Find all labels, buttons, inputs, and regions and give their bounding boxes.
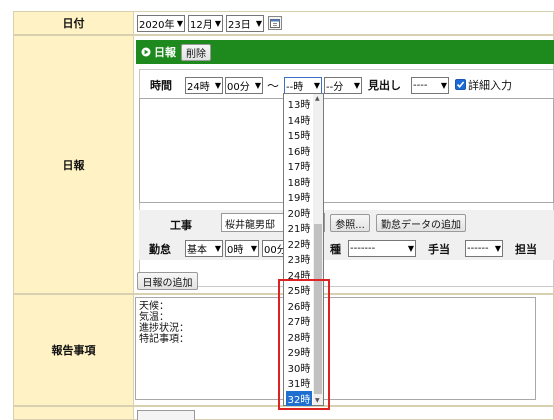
- category-label: 種: [330, 243, 341, 256]
- chevron-down-icon: ▼: [494, 244, 501, 253]
- report-label-cell: 日報: [13, 35, 134, 294]
- range-separator: 〜: [267, 79, 280, 93]
- next-row-button[interactable]: [137, 410, 195, 420]
- start-minute-value: 00分: [227, 82, 250, 93]
- add-report-button-label: 日報の追加: [142, 277, 193, 289]
- delete-button[interactable]: 削除: [181, 43, 211, 61]
- attendance-label: 勤怠: [149, 243, 171, 256]
- allowance-select-value: ------: [467, 243, 489, 254]
- chevron-down-icon: ▼: [214, 81, 221, 90]
- notes-label: 報告事項: [51, 344, 96, 357]
- add-attendance-button[interactable]: 勤怠データの追加: [376, 214, 466, 232]
- hour-option[interactable]: 21時: [286, 220, 312, 236]
- start-hour-select[interactable]: 24時 ▼: [185, 77, 223, 94]
- chevron-down-icon: ▼: [440, 81, 447, 90]
- month-select-value: 12月: [190, 20, 213, 31]
- chevron-down-icon: ▼: [214, 19, 221, 28]
- attendance-type-value: 基本: [187, 245, 207, 256]
- hour-option[interactable]: 23時: [286, 251, 312, 267]
- day-select[interactable]: 23日 ▼: [226, 15, 264, 32]
- report-label: 日報: [62, 158, 85, 172]
- add-report-button[interactable]: 日報の追加: [137, 272, 198, 290]
- hour-option[interactable]: 20時: [286, 205, 312, 221]
- detail-checkbox-label: 詳細入力: [468, 79, 512, 92]
- notes-label-cell: 報告事項: [13, 294, 134, 406]
- detail-checkbox[interactable]: [455, 79, 466, 90]
- month-select[interactable]: 12月 ▼: [188, 15, 223, 32]
- notes-textarea[interactable]: [135, 297, 536, 400]
- attendance-type-select[interactable]: 基本 ▼: [185, 240, 223, 257]
- hour-option[interactable]: 19時: [286, 189, 312, 205]
- date-label-cell: 日付: [13, 11, 134, 35]
- start-hour-value: 24時: [187, 82, 210, 93]
- hour-option[interactable]: 22時: [286, 236, 312, 252]
- hour-option[interactable]: 18時: [286, 174, 312, 190]
- hour-option[interactable]: 14時: [286, 112, 312, 128]
- chevron-down-icon: ▼: [353, 81, 360, 90]
- play-icon: [141, 47, 151, 57]
- heading-select[interactable]: ---- ▼: [411, 77, 449, 94]
- end-hour-value: --時: [286, 82, 304, 93]
- category-select[interactable]: ------- ▼: [348, 240, 416, 257]
- person-in-charge-label: 担当: [515, 243, 537, 256]
- hour-option[interactable]: 17時: [286, 158, 312, 174]
- report-header-title: 日報: [154, 46, 176, 59]
- end-minute-select[interactable]: --分 ▼: [324, 77, 362, 94]
- attendance-hour-value: 0時: [227, 245, 244, 256]
- hour-option[interactable]: 15時: [286, 127, 312, 143]
- chevron-down-icon: ▼: [407, 244, 414, 253]
- hour-option[interactable]: 16時: [286, 143, 312, 159]
- chevron-down-icon: ▼: [176, 19, 183, 28]
- heading-select-value: ----: [413, 80, 428, 91]
- browse-button-label: 参照...: [335, 219, 365, 231]
- day-select-value: 23日: [228, 20, 251, 31]
- attendance-hour-select[interactable]: 0時 ▼: [225, 240, 259, 257]
- chevron-down-icon: ▼: [313, 81, 320, 90]
- time-label: 時間: [150, 79, 172, 92]
- chevron-down-icon: ▼: [255, 19, 262, 28]
- delete-button-label: 削除: [186, 48, 206, 60]
- chevron-down-icon: ▼: [254, 81, 261, 90]
- work-input-value: 桜井龍男邸: [225, 220, 275, 231]
- hour-option[interactable]: 13時: [286, 96, 312, 112]
- allowance-select[interactable]: ------ ▼: [465, 240, 503, 257]
- scroll-up-icon[interactable]: ▲: [315, 95, 320, 102]
- chevron-down-icon: ▼: [250, 244, 257, 253]
- next-content-cell: [133, 406, 554, 420]
- allowance-label: 手当: [428, 243, 450, 256]
- report-header-bar: 日報 削除: [136, 40, 554, 64]
- start-minute-select[interactable]: 00分 ▼: [225, 77, 263, 94]
- browse-button[interactable]: 参照...: [330, 214, 370, 232]
- chevron-down-icon: ▼: [214, 244, 221, 253]
- next-label-cell: [13, 406, 134, 420]
- year-select[interactable]: 2020年 ▼: [137, 15, 185, 32]
- end-minute-value: --分: [326, 82, 344, 93]
- heading-label: 見出し: [368, 79, 401, 92]
- highlight-box: [278, 279, 330, 410]
- work-label: 工事: [170, 219, 192, 232]
- end-hour-select[interactable]: --時 ▼: [284, 77, 322, 94]
- category-select-value: -------: [350, 243, 376, 254]
- year-select-value: 2020年: [139, 20, 175, 31]
- report-textarea[interactable]: [139, 98, 554, 203]
- date-label: 日付: [62, 17, 85, 30]
- add-attendance-button-label: 勤怠データの追加: [381, 219, 461, 231]
- calendar-icon[interactable]: [268, 16, 282, 30]
